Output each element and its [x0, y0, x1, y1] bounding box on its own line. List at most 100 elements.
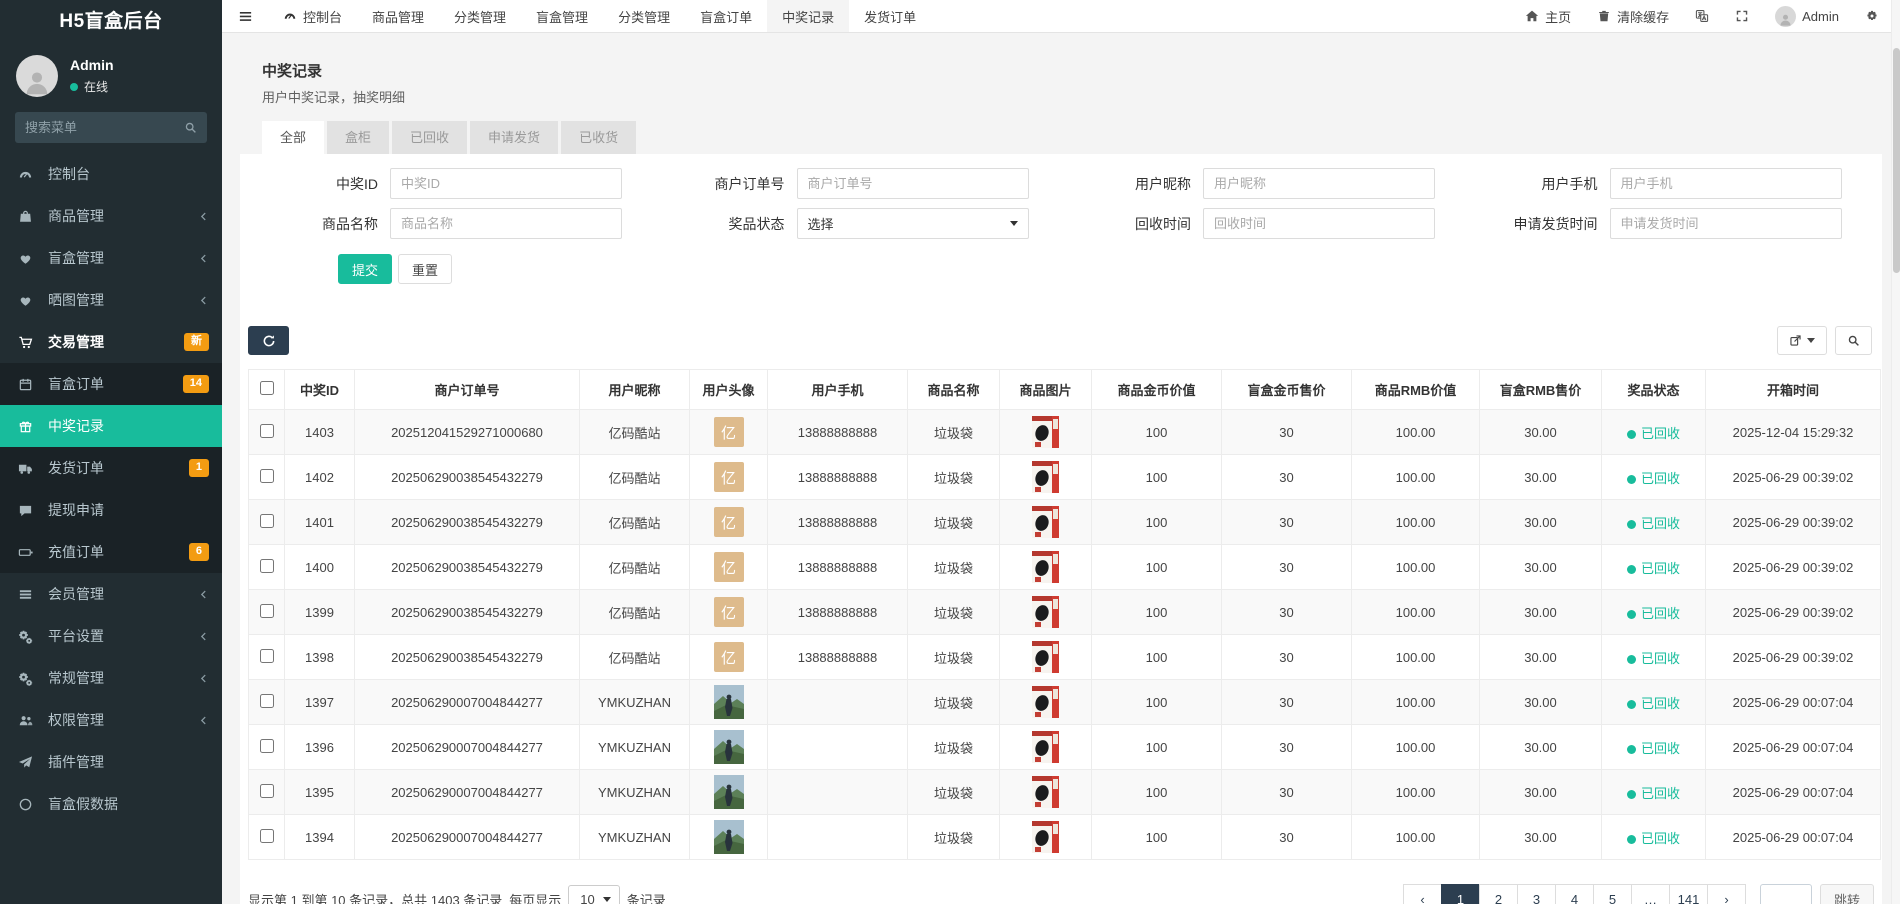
product-image[interactable] [1032, 416, 1059, 448]
menu-search-input[interactable] [15, 112, 173, 143]
product-image[interactable] [1032, 506, 1059, 538]
row-checkbox[interactable] [260, 469, 274, 483]
prize-status-select[interactable]: 选择 [797, 208, 1029, 239]
topnav-tab-blindbox[interactable]: 盲盒管理 [521, 0, 603, 32]
home-link[interactable]: 主页 [1512, 0, 1584, 32]
product-image[interactable] [1032, 821, 1059, 853]
sidebar-item-blindbox[interactable]: 盲盒管理 [0, 237, 222, 279]
submit-button[interactable]: 提交 [338, 254, 392, 284]
user-avatar-image[interactable]: 亿 [714, 597, 744, 627]
sidebar-item-goods[interactable]: 商品管理 [0, 195, 222, 237]
row-checkbox[interactable] [260, 514, 274, 528]
settings-button[interactable] [1852, 0, 1892, 32]
column-header-box_coin_price[interactable]: 盲盒金币售价 [1222, 370, 1352, 410]
column-header-image[interactable]: 商品图片 [1000, 370, 1092, 410]
column-header-open_time[interactable]: 开箱时间 [1706, 370, 1881, 410]
page-button-3[interactable]: 3 [1517, 884, 1556, 904]
product-image[interactable] [1032, 731, 1059, 763]
product-name-input[interactable] [390, 208, 622, 239]
hamburger-menu-icon[interactable] [222, 0, 268, 32]
user-avatar-image[interactable]: 亿 [714, 462, 744, 492]
page-button-5[interactable]: 5 [1593, 884, 1632, 904]
column-header-order_no[interactable]: 商户订单号 [355, 370, 580, 410]
sidebar-item-photos[interactable]: 晒图管理 [0, 279, 222, 321]
column-search-button[interactable] [1835, 326, 1872, 355]
sidebar-item-platform-settings[interactable]: 平台设置 [0, 615, 222, 657]
per-page-select[interactable]: 10 [568, 885, 619, 904]
export-button[interactable] [1777, 326, 1827, 355]
user-menu[interactable]: Admin [1762, 0, 1852, 32]
sidebar-item-box-orders[interactable]: 盲盒订单14 [0, 363, 222, 405]
column-header-id[interactable]: 中奖ID [285, 370, 355, 410]
user-avatar-image[interactable] [714, 730, 744, 764]
reset-button[interactable]: 重置 [398, 254, 452, 284]
topnav-tab-box-orders[interactable]: 盲盒订单 [685, 0, 767, 32]
page-button-4[interactable]: 4 [1555, 884, 1594, 904]
sidebar-item-trade[interactable]: 交易管理新 [0, 321, 222, 363]
page-button-›[interactable]: › [1707, 884, 1746, 904]
row-checkbox[interactable] [260, 784, 274, 798]
product-image[interactable] [1032, 461, 1059, 493]
topnav-tab-ship-orders[interactable]: 发货订单 [849, 0, 931, 32]
phone-input[interactable] [1610, 168, 1842, 199]
column-header-nickname[interactable]: 用户昵称 [580, 370, 690, 410]
product-image[interactable] [1032, 776, 1059, 808]
column-header-box_rmb_price[interactable]: 盲盒RMB售价 [1480, 370, 1602, 410]
user-avatar-image[interactable] [714, 820, 744, 854]
sidebar-item-fake-data[interactable]: 盲盒假数据 [0, 783, 222, 825]
sidebar-item-plugins[interactable]: 插件管理 [0, 741, 222, 783]
row-checkbox[interactable] [260, 424, 274, 438]
sidebar-item-general[interactable]: 常规管理 [0, 657, 222, 699]
page-button-…[interactable]: … [1631, 884, 1670, 904]
product-image[interactable] [1032, 686, 1059, 718]
sidebar-item-dashboard[interactable]: 控制台 [0, 153, 222, 195]
sidebar-item-recharge-orders[interactable]: 充值订单6 [0, 531, 222, 573]
user-avatar-image[interactable]: 亿 [714, 552, 744, 582]
page-jump-button[interactable]: 跳转 [1820, 884, 1874, 904]
filter-tab-cabinet[interactable]: 盒柜 [327, 121, 389, 154]
recycle-time-input[interactable] [1203, 208, 1435, 239]
row-checkbox[interactable] [260, 739, 274, 753]
win-id-input[interactable] [390, 168, 622, 199]
page-scrollbar[interactable] [1891, 0, 1900, 904]
sidebar-item-withdrawals[interactable]: 提现申请 [0, 489, 222, 531]
column-header-phone[interactable]: 用户手机 [768, 370, 908, 410]
page-button-141[interactable]: 141 [1669, 884, 1708, 904]
filter-tab-recycled[interactable]: 已回收 [392, 121, 467, 154]
page-jump-input[interactable] [1760, 884, 1812, 904]
user-avatar-image[interactable] [714, 775, 744, 809]
topnav-tab-categories[interactable]: 分类管理 [439, 0, 521, 32]
ship-time-input[interactable] [1610, 208, 1842, 239]
sidebar-item-win-records[interactable]: 中奖记录 [0, 405, 222, 447]
topnav-tab-categories-2[interactable]: 分类管理 [603, 0, 685, 32]
sidebar-item-ship-orders[interactable]: 发货订单1 [0, 447, 222, 489]
page-button-1[interactable]: 1 [1441, 884, 1480, 904]
row-checkbox[interactable] [260, 604, 274, 618]
user-avatar-image[interactable]: 亿 [714, 507, 744, 537]
column-header-rmb_value[interactable]: 商品RMB价值 [1352, 370, 1480, 410]
select-all-checkbox[interactable] [260, 381, 274, 395]
product-image[interactable] [1032, 641, 1059, 673]
topnav-tab-goods[interactable]: 商品管理 [357, 0, 439, 32]
clear-cache-link[interactable]: 清除缓存 [1584, 0, 1682, 32]
product-image[interactable] [1032, 596, 1059, 628]
column-header-status[interactable]: 奖品状态 [1602, 370, 1706, 410]
order-no-input[interactable] [797, 168, 1029, 199]
page-button-2[interactable]: 2 [1479, 884, 1518, 904]
sidebar-item-permissions[interactable]: 权限管理 [0, 699, 222, 741]
product-image[interactable] [1032, 551, 1059, 583]
filter-tab-received[interactable]: 已收货 [561, 121, 636, 154]
row-checkbox[interactable] [260, 694, 274, 708]
filter-tab-all[interactable]: 全部 [262, 121, 324, 154]
user-avatar-image[interactable]: 亿 [714, 642, 744, 672]
topnav-tab-dashboard[interactable]: 控制台 [268, 0, 357, 32]
page-button-‹[interactable]: ‹ [1403, 884, 1442, 904]
menu-search-button[interactable] [173, 112, 207, 143]
user-avatar-image[interactable]: 亿 [714, 417, 744, 447]
row-checkbox[interactable] [260, 649, 274, 663]
column-header-coin_value[interactable]: 商品金币价值 [1092, 370, 1222, 410]
filter-tab-apply-ship[interactable]: 申请发货 [470, 121, 558, 154]
nickname-input[interactable] [1203, 168, 1435, 199]
row-checkbox[interactable] [260, 559, 274, 573]
column-header-avatar[interactable]: 用户头像 [690, 370, 768, 410]
